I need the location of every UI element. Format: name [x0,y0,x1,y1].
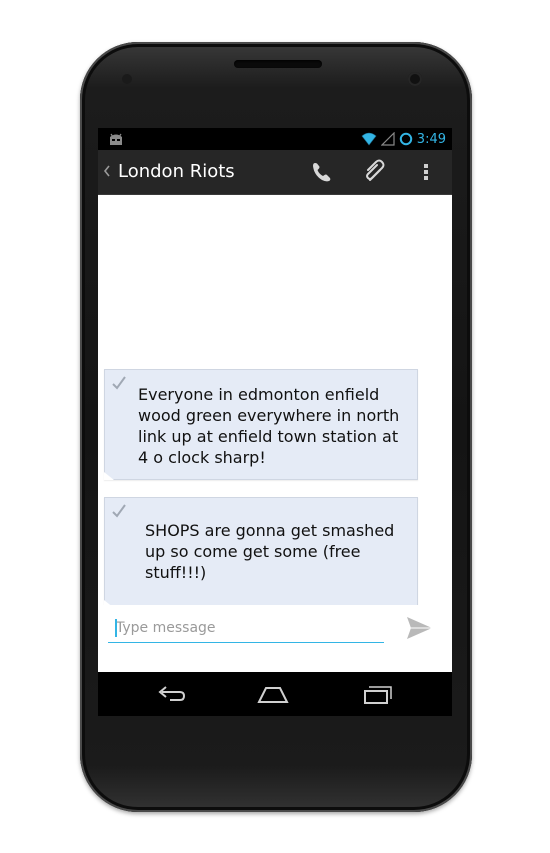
overflow-menu-icon[interactable] [416,158,436,186]
delivered-check-icon [112,504,126,518]
message-text: SHOPS are gonna get smashed up so come g… [145,521,395,582]
earpiece-speaker [234,60,322,68]
status-time: 3:49 [416,131,446,147]
cyanogen-android-icon [110,133,122,145]
compose-bar [98,605,452,672]
battery-charging-icon [399,132,412,146]
message-bubble[interactable]: Everyone in edmonton enfield wood green … [104,369,418,480]
send-icon[interactable] [404,614,434,642]
home-nav-icon[interactable] [256,682,290,706]
front-camera [408,72,422,86]
navigation-bar [98,672,452,716]
message-text: Everyone in edmonton enfield wood green … [138,385,400,467]
status-bar: 3:49 [98,128,452,150]
message-list: Everyone in edmonton enfield wood green … [98,195,452,608]
proximity-sensor [122,74,132,84]
message-bubble[interactable]: SHOPS are gonna get smashed up so come g… [104,497,418,608]
action-bar: London Riots [98,150,452,195]
paperclip-attach-icon[interactable] [360,158,388,186]
wifi-icon [361,132,377,146]
message-input[interactable] [108,613,384,643]
text-cursor [115,619,117,637]
delivered-check-icon [112,376,126,390]
conversation-title[interactable]: London Riots [118,161,235,182]
back-chevron-icon[interactable] [102,164,112,178]
phone-call-icon[interactable] [308,158,336,186]
recent-apps-nav-icon[interactable] [360,682,394,706]
back-nav-icon[interactable] [154,682,188,706]
signal-icon [380,132,395,146]
bubble-tail [104,472,114,480]
phone-screen: 3:49 London Riots Everyone in edmonton e… [98,128,452,716]
